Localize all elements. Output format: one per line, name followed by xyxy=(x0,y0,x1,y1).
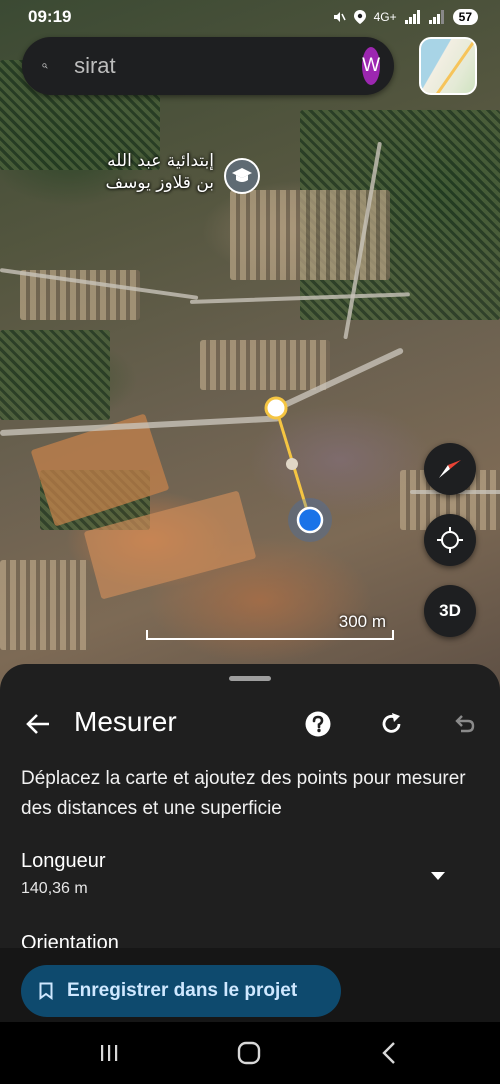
scale-bar-line xyxy=(146,630,394,640)
system-nav-bar xyxy=(0,1022,500,1084)
current-location-dot xyxy=(296,506,324,534)
system-back-button[interactable] xyxy=(374,1040,404,1066)
help-icon xyxy=(305,711,331,737)
recent-apps-button[interactable] xyxy=(94,1040,124,1066)
location-icon xyxy=(353,10,366,24)
help-button[interactable] xyxy=(302,708,334,740)
scale-label: 300 m xyxy=(338,612,386,631)
status-icons: 4G+ 57 xyxy=(332,9,478,25)
undo-button[interactable] xyxy=(448,708,480,740)
status-time: 09:19 xyxy=(28,7,72,26)
home-button[interactable] xyxy=(234,1040,264,1066)
sheet-title: Mesurer xyxy=(74,706,177,737)
length-value: 140,36 m xyxy=(21,880,88,897)
caret-down-icon xyxy=(431,872,445,880)
crosshair-icon xyxy=(437,527,463,553)
sheet-header: Mesurer xyxy=(0,696,500,752)
compass-button[interactable] xyxy=(424,443,476,495)
redo-icon xyxy=(382,713,401,733)
compass-icon xyxy=(439,460,461,478)
layers-thumbnail-road xyxy=(430,39,475,93)
avatar[interactable]: W xyxy=(362,47,380,85)
arrow-left-icon xyxy=(26,714,49,734)
signal-icon-2 xyxy=(428,10,444,24)
my-location-button[interactable] xyxy=(424,514,476,566)
measure-start-point xyxy=(264,396,288,420)
status-bar: 09:19 4G+ 57 xyxy=(0,0,500,34)
map-layers-button[interactable] xyxy=(419,37,477,95)
search-input[interactable] xyxy=(74,53,363,79)
network-type: 4G+ xyxy=(373,10,397,24)
save-bar: Enregistrer dans le projet xyxy=(0,948,500,1022)
3d-toggle-button[interactable]: 3D xyxy=(424,585,476,637)
satellite-map[interactable]: إبتدائية عبد الله بن قلاوز يوسف 3D 300 m xyxy=(0,0,500,700)
battery-level: 57 xyxy=(452,9,478,25)
scale-bar: 300 m xyxy=(146,612,394,640)
chevron-left-icon xyxy=(382,1042,395,1064)
back-button[interactable] xyxy=(22,708,54,740)
home-icon xyxy=(237,1041,261,1065)
save-button-label: Enregistrer dans le projet xyxy=(67,980,298,1001)
save-to-project-button[interactable]: Enregistrer dans le projet xyxy=(21,965,341,1017)
redo-button[interactable] xyxy=(376,708,408,740)
search-icon xyxy=(42,63,48,69)
search-bar[interactable]: W xyxy=(22,37,394,95)
signal-icon xyxy=(404,10,420,24)
measure-path xyxy=(264,396,332,542)
mute-icon xyxy=(333,12,346,22)
measure-instructions: Déplacez la carte et ajoutez des points … xyxy=(21,768,466,819)
bookmark-icon xyxy=(39,982,53,1000)
recents-icon xyxy=(101,1045,118,1061)
measure-mid-point xyxy=(286,458,298,470)
length-label: Longueur xyxy=(21,850,106,872)
expand-details-button[interactable] xyxy=(426,864,450,888)
sheet-drag-handle[interactable] xyxy=(229,676,271,681)
undo-icon xyxy=(455,715,475,733)
